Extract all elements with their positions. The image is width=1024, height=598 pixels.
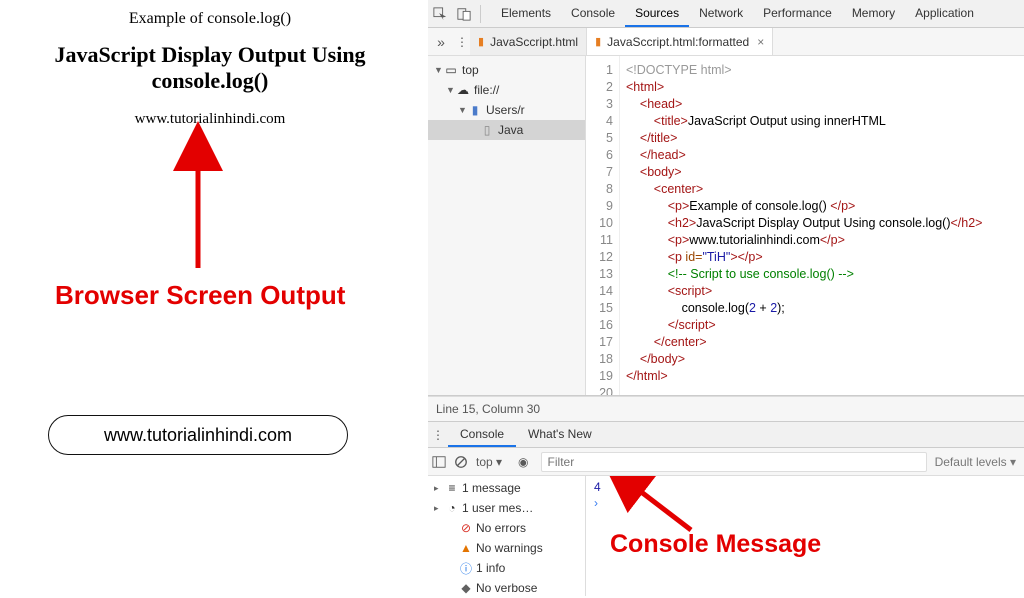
nav-more-icon[interactable]: » <box>428 34 454 50</box>
file-tab[interactable]: ▮JavaSccript.html:formatted× <box>587 28 773 55</box>
file-icon: ▯ <box>480 123 494 137</box>
tab-performance[interactable]: Performance <box>753 0 842 27</box>
console-prompt[interactable]: › <box>594 496 1016 510</box>
console-output: 4 › <box>586 476 1024 596</box>
tab-memory[interactable]: Memory <box>842 0 905 27</box>
cloud-icon: ☁ <box>456 83 470 97</box>
divider <box>480 5 481 23</box>
close-icon[interactable]: × <box>757 35 764 49</box>
msg-row[interactable]: ◆No verbose <box>428 578 585 598</box>
drawer-tabs: ⋮ ConsoleWhat's New <box>428 422 1024 448</box>
watermark-pill: www.tutorialinhindi.com <box>48 415 348 455</box>
file-icon: ▮ <box>595 35 601 48</box>
console-toolbar: top ▾ ◉ Default levels ▾ <box>428 448 1024 476</box>
page-url: www.tutorialinhindi.com <box>0 111 420 128</box>
page-heading: JavaScript Display Output Using console.… <box>0 42 420 95</box>
log-levels-select[interactable]: Default levels ▾ <box>935 455 1016 469</box>
msg-row[interactable]: ▸◔1 user mes… <box>428 498 585 518</box>
file-tab[interactable]: ▮JavaSccript.html <box>470 28 587 55</box>
clear-console-icon[interactable] <box>454 455 468 469</box>
code-lines: <!DOCTYPE html><html> <head> <title>Java… <box>620 56 982 395</box>
drawer-menu-icon[interactable]: ⋮ <box>428 428 448 442</box>
file-icon: ▮ <box>478 35 484 48</box>
console-body: ▸≡1 message▸◔1 user mes…⊘No errors▲No wa… <box>428 476 1024 596</box>
drawer-tab-console[interactable]: Console <box>448 422 516 447</box>
tab-console[interactable]: Console <box>561 0 625 27</box>
context-select[interactable]: top ▾ <box>476 455 502 469</box>
nav-file[interactable]: ▯Java <box>428 120 585 140</box>
nav-scheme[interactable]: ▼☁file:// <box>428 80 585 100</box>
code-editor[interactable]: 1234567891011121314151617181920 <!DOCTYP… <box>586 56 1024 395</box>
filter-input[interactable] <box>541 452 927 472</box>
example-paragraph: Example of console.log() <box>0 10 420 28</box>
folder-icon: ▮ <box>468 103 482 117</box>
tab-network[interactable]: Network <box>689 0 753 27</box>
msg-row[interactable]: ▸≡1 message <box>428 478 585 498</box>
line-gutter: 1234567891011121314151617181920 <box>586 56 620 395</box>
browser-output-pane: Example of console.log() JavaScript Disp… <box>0 0 420 576</box>
tab-elements[interactable]: Elements <box>491 0 561 27</box>
console-value: 4 <box>594 480 1016 494</box>
nav-folder[interactable]: ▼▮Users/r <box>428 100 585 120</box>
tab-application[interactable]: Application <box>905 0 984 27</box>
message-sidebar: ▸≡1 message▸◔1 user mes…⊘No errors▲No wa… <box>428 476 586 596</box>
sources-file-strip: » ⋮ ▮JavaSccript.html▮JavaSccript.html:f… <box>428 28 1024 56</box>
sources-body: ▼▭top ▼☁file:// ▼▮Users/r ▯Java 12345678… <box>428 56 1024 396</box>
nav-top[interactable]: ▼▭top <box>428 60 585 80</box>
msg-row[interactable]: ⓘ1 info <box>428 558 585 578</box>
editor-status-bar: Line 15, Column 30 <box>428 396 1024 422</box>
msg-row[interactable]: ⊘No errors <box>428 518 585 538</box>
drawer-tab-what-s-new[interactable]: What's New <box>516 422 604 447</box>
window-icon: ▭ <box>444 63 458 77</box>
device-toggle-icon[interactable] <box>456 6 472 22</box>
eye-icon[interactable]: ◉ <box>518 455 528 469</box>
inspect-icon[interactable] <box>432 6 448 22</box>
devtools-main-tabs: ElementsConsoleSourcesNetworkPerformance… <box>491 0 984 27</box>
file-navigator: ▼▭top ▼☁file:// ▼▮Users/r ▯Java <box>428 56 586 395</box>
devtools-top-bar: ElementsConsoleSourcesNetworkPerformance… <box>428 0 1024 28</box>
tab-sources[interactable]: Sources <box>625 0 689 27</box>
msg-row[interactable]: ▲No warnings <box>428 538 585 558</box>
devtools-panel: ElementsConsoleSourcesNetworkPerformance… <box>428 0 1024 576</box>
console-sidebar-toggle-icon[interactable] <box>432 455 446 469</box>
nav-menu-icon[interactable]: ⋮ <box>454 35 470 49</box>
